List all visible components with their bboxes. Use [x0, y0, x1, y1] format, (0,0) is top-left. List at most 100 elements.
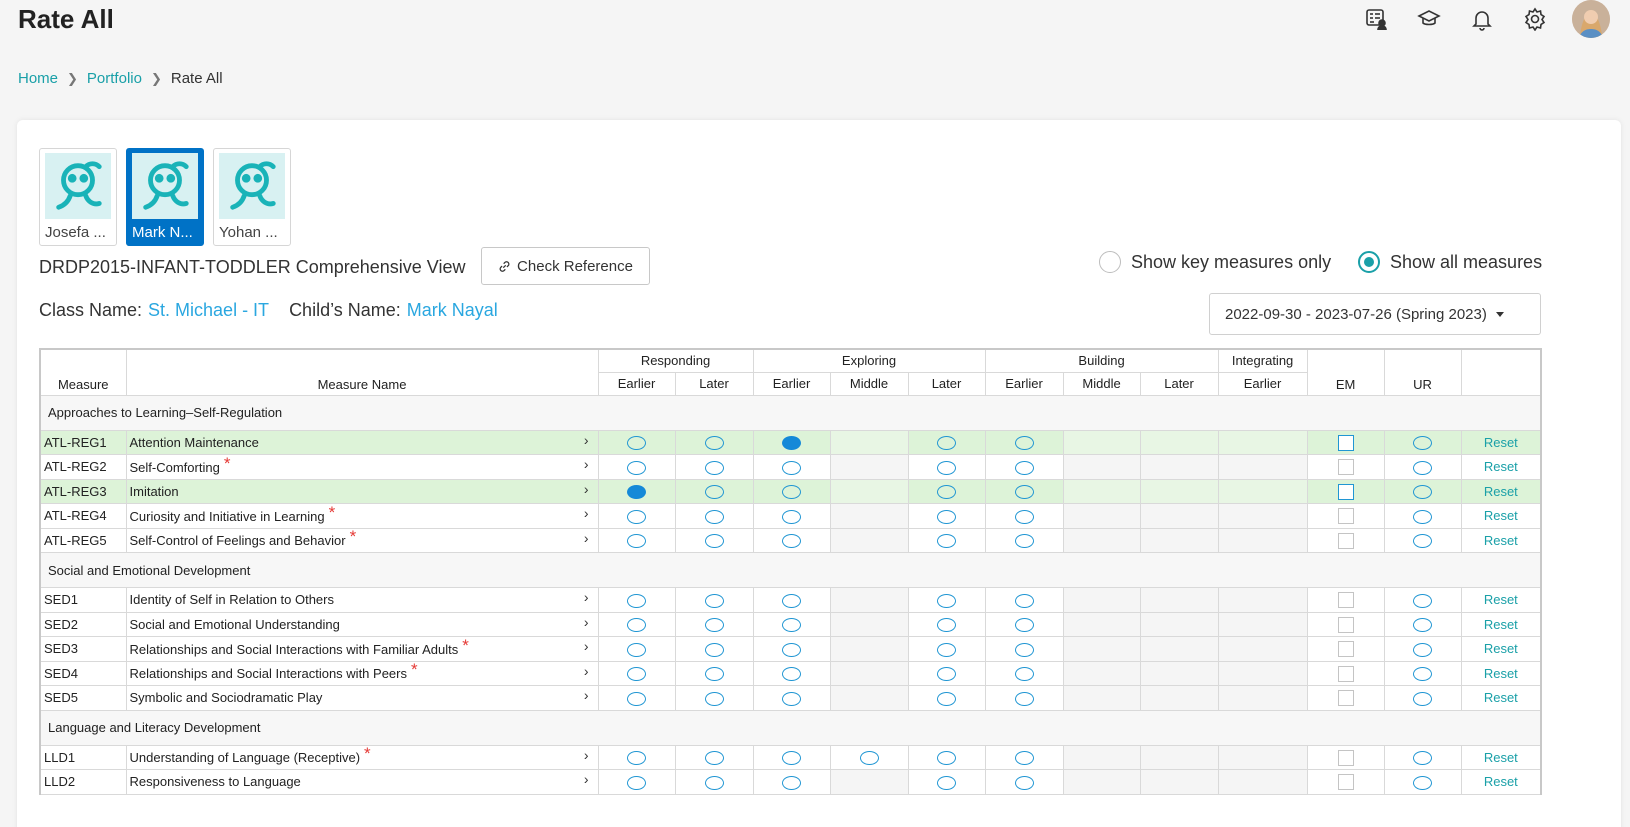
child-name-link[interactable]: Mark Nayal: [407, 300, 498, 321]
reset-link[interactable]: Reset: [1460, 611, 1543, 637]
ur-radio[interactable]: [1413, 509, 1433, 524]
chevron-right-icon[interactable]: ›: [584, 589, 589, 605]
level-radio[interactable]: [1014, 509, 1034, 524]
em-checkbox[interactable]: [1337, 774, 1354, 791]
level-radio[interactable]: [937, 775, 957, 790]
ur-radio[interactable]: [1413, 642, 1433, 657]
measure-name-cell[interactable]: Relationships and Social Interactions wi…: [125, 660, 599, 686]
graduation-cap-icon[interactable]: [1416, 6, 1442, 32]
level-radio[interactable]: [704, 485, 724, 500]
ur-radio[interactable]: [1413, 485, 1433, 500]
em-checkbox[interactable]: [1337, 459, 1354, 476]
level-radio[interactable]: [704, 460, 724, 475]
key-measures-radio[interactable]: Show key measures only: [1099, 251, 1331, 273]
reset-link[interactable]: Reset: [1460, 478, 1543, 504]
em-checkbox[interactable]: [1337, 641, 1354, 658]
level-radio[interactable]: [627, 751, 646, 766]
level-radio[interactable]: [937, 509, 957, 524]
chevron-right-icon[interactable]: ›: [584, 530, 589, 546]
level-radio[interactable]: [627, 436, 646, 451]
all-measures-radio[interactable]: Show all measures: [1358, 251, 1542, 273]
level-radio[interactable]: [1014, 618, 1034, 633]
level-radio[interactable]: [937, 460, 957, 475]
ur-radio[interactable]: [1413, 775, 1433, 790]
avatar[interactable]: [1572, 0, 1610, 38]
measure-name-cell[interactable]: Curiosity and Initiative in Learning * ›: [125, 503, 599, 529]
level-radio[interactable]: [782, 642, 802, 657]
level-radio[interactable]: [704, 593, 724, 608]
level-radio[interactable]: [937, 618, 957, 633]
level-radio[interactable]: [1014, 691, 1034, 706]
level-radio[interactable]: [782, 534, 802, 549]
chevron-right-icon[interactable]: ›: [584, 432, 589, 448]
level-radio[interactable]: [1014, 667, 1034, 682]
reset-link[interactable]: Reset: [1460, 636, 1543, 662]
level-radio[interactable]: [704, 509, 724, 524]
chevron-right-icon[interactable]: ›: [584, 614, 589, 630]
reset-link[interactable]: Reset: [1460, 527, 1543, 553]
level-radio[interactable]: [627, 775, 646, 790]
level-radio[interactable]: [704, 534, 724, 549]
measure-name-cell[interactable]: Attention Maintenance ›: [125, 429, 599, 455]
ur-radio[interactable]: [1413, 436, 1433, 451]
reset-link[interactable]: Reset: [1460, 769, 1543, 795]
chevron-right-icon[interactable]: ›: [584, 687, 589, 703]
level-radio[interactable]: [1014, 642, 1034, 657]
ur-radio[interactable]: [1413, 691, 1433, 706]
radio-indicator[interactable]: [1099, 251, 1121, 273]
em-checkbox[interactable]: [1337, 616, 1354, 633]
chevron-right-icon[interactable]: ›: [584, 747, 589, 763]
level-radio[interactable]: [782, 667, 802, 682]
level-radio[interactable]: [937, 436, 957, 451]
level-radio[interactable]: [782, 509, 802, 524]
level-radio[interactable]: [1014, 751, 1034, 766]
child-tile[interactable]: Yohan ...: [213, 148, 291, 246]
em-checkbox[interactable]: [1337, 592, 1354, 609]
ur-radio[interactable]: [1413, 618, 1433, 633]
level-radio[interactable]: [937, 534, 957, 549]
ur-radio[interactable]: [1413, 593, 1433, 608]
level-radio[interactable]: [627, 667, 646, 682]
level-radio[interactable]: [627, 534, 646, 549]
level-radio[interactable]: [627, 593, 646, 608]
measure-name-cell[interactable]: Self-Control of Feelings and Behavior * ›: [125, 527, 599, 553]
reset-link[interactable]: Reset: [1460, 454, 1543, 480]
level-radio[interactable]: [937, 485, 957, 500]
child-tile[interactable]: Josefa ...: [39, 148, 117, 246]
level-radio[interactable]: [704, 751, 724, 766]
level-radio[interactable]: [1014, 460, 1034, 475]
level-radio[interactable]: [704, 436, 724, 451]
reset-link[interactable]: Reset: [1460, 429, 1543, 455]
level-radio[interactable]: [704, 775, 724, 790]
reset-link[interactable]: Reset: [1460, 587, 1543, 613]
date-range-select[interactable]: 2022-09-30 - 2023-07-26 (Spring 2023): [1209, 293, 1541, 335]
level-radio[interactable]: [627, 618, 646, 633]
level-radio[interactable]: [782, 775, 802, 790]
level-radio[interactable]: [1014, 593, 1034, 608]
level-radio[interactable]: [782, 618, 802, 633]
reset-link[interactable]: Reset: [1460, 660, 1543, 686]
ur-radio[interactable]: [1413, 751, 1433, 766]
level-radio[interactable]: [1014, 436, 1034, 451]
level-radio[interactable]: [782, 593, 802, 608]
report-icon[interactable]: [1363, 6, 1389, 32]
measure-name-cell[interactable]: Imitation ›: [125, 478, 599, 504]
ur-radio[interactable]: [1413, 460, 1433, 475]
em-checkbox[interactable]: [1337, 434, 1354, 451]
measure-name-cell[interactable]: Relationships and Social Interactions wi…: [125, 636, 599, 662]
level-radio[interactable]: [782, 436, 802, 451]
em-checkbox[interactable]: [1337, 749, 1354, 766]
level-radio[interactable]: [1014, 485, 1034, 500]
level-radio[interactable]: [627, 691, 646, 706]
em-checkbox[interactable]: [1337, 690, 1354, 707]
reset-link[interactable]: Reset: [1460, 503, 1543, 529]
level-radio[interactable]: [704, 642, 724, 657]
ur-radio[interactable]: [1413, 667, 1433, 682]
level-radio[interactable]: [937, 667, 957, 682]
level-radio[interactable]: [782, 485, 802, 500]
measure-name-cell[interactable]: Self-Comforting * ›: [125, 454, 599, 480]
em-checkbox[interactable]: [1337, 483, 1354, 500]
em-checkbox[interactable]: [1337, 532, 1354, 549]
level-radio[interactable]: [937, 642, 957, 657]
level-radio[interactable]: [627, 642, 646, 657]
